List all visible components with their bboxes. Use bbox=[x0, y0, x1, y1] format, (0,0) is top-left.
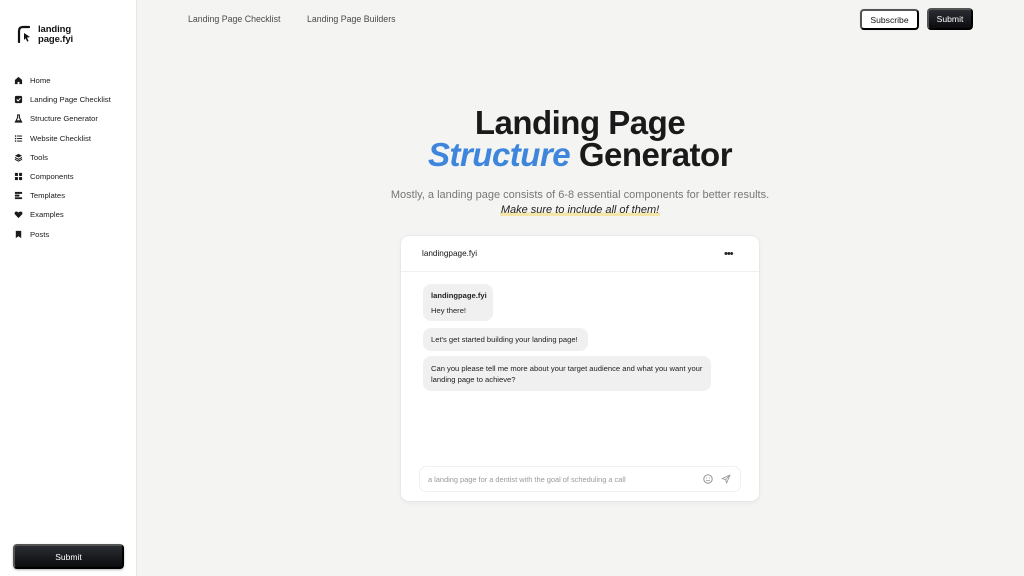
chat-header: landingpage.fyi ••• bbox=[401, 236, 759, 272]
chat-message: Let's get started building your landing … bbox=[423, 328, 588, 351]
subscribe-button[interactable]: Subscribe bbox=[860, 9, 919, 30]
sidebar-item-posts[interactable]: Posts bbox=[14, 225, 111, 244]
send-icon[interactable] bbox=[721, 474, 731, 484]
chat-message-text: Can you please tell me more about your t… bbox=[431, 364, 703, 384]
chat-message-text: Hey there! bbox=[431, 306, 467, 315]
sidebar-item-tools[interactable]: Tools bbox=[14, 148, 111, 167]
template-icon bbox=[14, 191, 23, 200]
sidebar-item-label: Structure Generator bbox=[30, 114, 98, 124]
checkbox-icon bbox=[14, 95, 23, 104]
submit-button[interactable]: Submit bbox=[927, 8, 973, 30]
sidebar-item-components[interactable]: Components bbox=[14, 167, 111, 186]
hero-highlight: Make sure to include all of them! bbox=[360, 204, 800, 216]
sidebar-item-label: Website Checklist bbox=[30, 133, 91, 143]
brand-name: landing page.fyi bbox=[38, 25, 73, 45]
sidebar-nav: Home Landing Page Checklist Structure Ge… bbox=[14, 71, 111, 244]
sidebar-item-templates[interactable]: Templates bbox=[14, 186, 111, 205]
bookmark-icon bbox=[14, 230, 23, 239]
logo-mark-icon bbox=[17, 25, 31, 43]
nav-link-landing-page-checklist[interactable]: Landing Page Checklist bbox=[188, 14, 280, 24]
page-title-accent: Structure bbox=[427, 136, 571, 173]
home-icon bbox=[14, 76, 23, 85]
emoji-icon[interactable] bbox=[703, 474, 713, 484]
chat-message: Can you please tell me more about your t… bbox=[423, 356, 711, 391]
sidebar-item-label: Templates bbox=[30, 191, 66, 201]
nav-link-landing-page-builders[interactable]: Landing Page Builders bbox=[307, 14, 396, 24]
brand-logo[interactable]: landing page.fyi bbox=[17, 25, 73, 45]
brand-line-2: page.fyi bbox=[38, 34, 74, 45]
more-dots-icon[interactable]: ••• bbox=[724, 248, 734, 260]
chat-title: landingpage.fyi bbox=[422, 249, 478, 258]
list-icon bbox=[14, 134, 23, 143]
hero-subtitle: Mostly, a landing page consists of 6-8 e… bbox=[390, 189, 770, 201]
sidebar: landing page.fyi Home Landing Page Check… bbox=[0, 0, 137, 576]
sidebar-item-label: Examples bbox=[30, 210, 64, 220]
sidebar-item-landing-page-checklist[interactable]: Landing Page Checklist bbox=[14, 90, 111, 109]
sidebar-item-label: Home bbox=[30, 76, 51, 86]
chat-message-sender: landingpage.fyi bbox=[431, 291, 487, 300]
sidebar-item-home[interactable]: Home bbox=[14, 71, 111, 90]
page-title-line-2: Structure Generator bbox=[380, 136, 780, 174]
sidebar-submit-button[interactable]: Submit bbox=[13, 544, 124, 569]
sidebar-item-examples[interactable]: Examples bbox=[14, 205, 111, 224]
chat-message-text: Let's get started building your landing … bbox=[431, 335, 578, 344]
sidebar-item-label: Posts bbox=[30, 229, 50, 239]
layers-icon bbox=[14, 153, 23, 162]
sidebar-item-structure-generator[interactable]: Structure Generator bbox=[14, 109, 111, 128]
chat-input[interactable] bbox=[428, 471, 698, 487]
page-title-rest: Generator bbox=[570, 136, 733, 173]
chat-message: landingpage.fyi Hey there! bbox=[423, 284, 493, 321]
chat-input-bar bbox=[420, 467, 740, 491]
grid-icon bbox=[14, 172, 23, 181]
sidebar-item-label: Components bbox=[30, 172, 74, 182]
chat-card: landingpage.fyi ••• landingpage.fyi Hey … bbox=[401, 236, 759, 501]
heart-icon bbox=[14, 210, 23, 219]
sidebar-item-label: Landing Page Checklist bbox=[30, 95, 111, 105]
hero-highlight-text: Make sure to include all of them! bbox=[499, 204, 661, 216]
flask-icon bbox=[14, 114, 23, 124]
sidebar-item-website-checklist[interactable]: Website Checklist bbox=[14, 129, 111, 148]
sidebar-item-label: Tools bbox=[30, 152, 48, 162]
